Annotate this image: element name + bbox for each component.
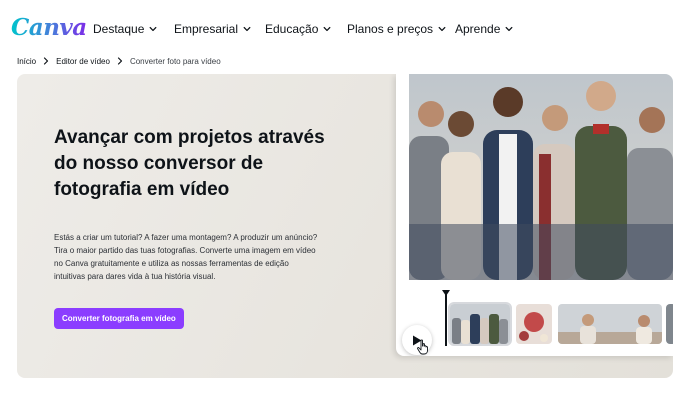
chevron-down-icon: [438, 26, 446, 32]
video-timeline: [396, 289, 673, 356]
convert-photo-to-video-button[interactable]: Converter fotografia em vídeo: [54, 308, 184, 329]
nav-item-educacao[interactable]: Educação: [265, 22, 331, 36]
hand-pointer-icon: [417, 339, 428, 355]
nav-item-empresarial[interactable]: Empresarial: [174, 22, 251, 36]
breadcrumb-item-inicio[interactable]: Início: [17, 57, 36, 66]
chevron-down-icon: [243, 26, 251, 32]
timeline-clip[interactable]: [558, 304, 662, 344]
group-photo-image: [409, 74, 673, 280]
canva-logo[interactable]: Canva: [11, 14, 87, 41]
nav-item-planos-e-precos[interactable]: Planos e preços: [347, 22, 446, 36]
chevron-down-icon: [505, 26, 513, 32]
hero-title: Avançar com projetos através do nosso co…: [54, 127, 325, 200]
nav-item-destaque[interactable]: Destaque: [93, 22, 157, 36]
chevron-down-icon: [323, 26, 331, 32]
timeline-clip[interactable]: [448, 302, 512, 346]
nav-item-aprende[interactable]: Aprende: [455, 22, 513, 36]
clip-thumbnail: [666, 304, 673, 344]
video-editor-preview: [396, 74, 673, 356]
top-navigation: Canva Destaque Empresarial Educação Plan…: [0, 0, 700, 60]
nav-item-label: Aprende: [455, 22, 501, 36]
nav-item-label: Empresarial: [174, 22, 239, 36]
clip-thumbnail: [516, 304, 552, 344]
playhead[interactable]: [445, 292, 447, 346]
chevron-down-icon: [149, 26, 157, 32]
breadcrumb: Início Editor de vídeo Converter foto pa…: [17, 55, 221, 67]
hero-section: Avançar com projetos através do nosso co…: [17, 74, 673, 378]
chevron-right-icon: [117, 57, 123, 65]
breadcrumb-item-editor-de-video[interactable]: Editor de vídeo: [56, 57, 110, 66]
nav-item-label: Destaque: [93, 22, 145, 36]
chevron-right-icon: [44, 57, 49, 65]
clip-thumbnail: [450, 304, 510, 344]
breadcrumb-item-current: Converter foto para vídeo: [129, 56, 221, 66]
clip-thumbnail: [558, 304, 662, 344]
hero-description: Estás a criar um tutorial? A fazer uma m…: [54, 233, 318, 281]
timeline-clip[interactable]: [516, 304, 552, 344]
nav-item-label: Educação: [265, 22, 319, 36]
nav-item-label: Planos e preços: [347, 22, 434, 36]
timeline-clip[interactable]: [666, 304, 673, 344]
